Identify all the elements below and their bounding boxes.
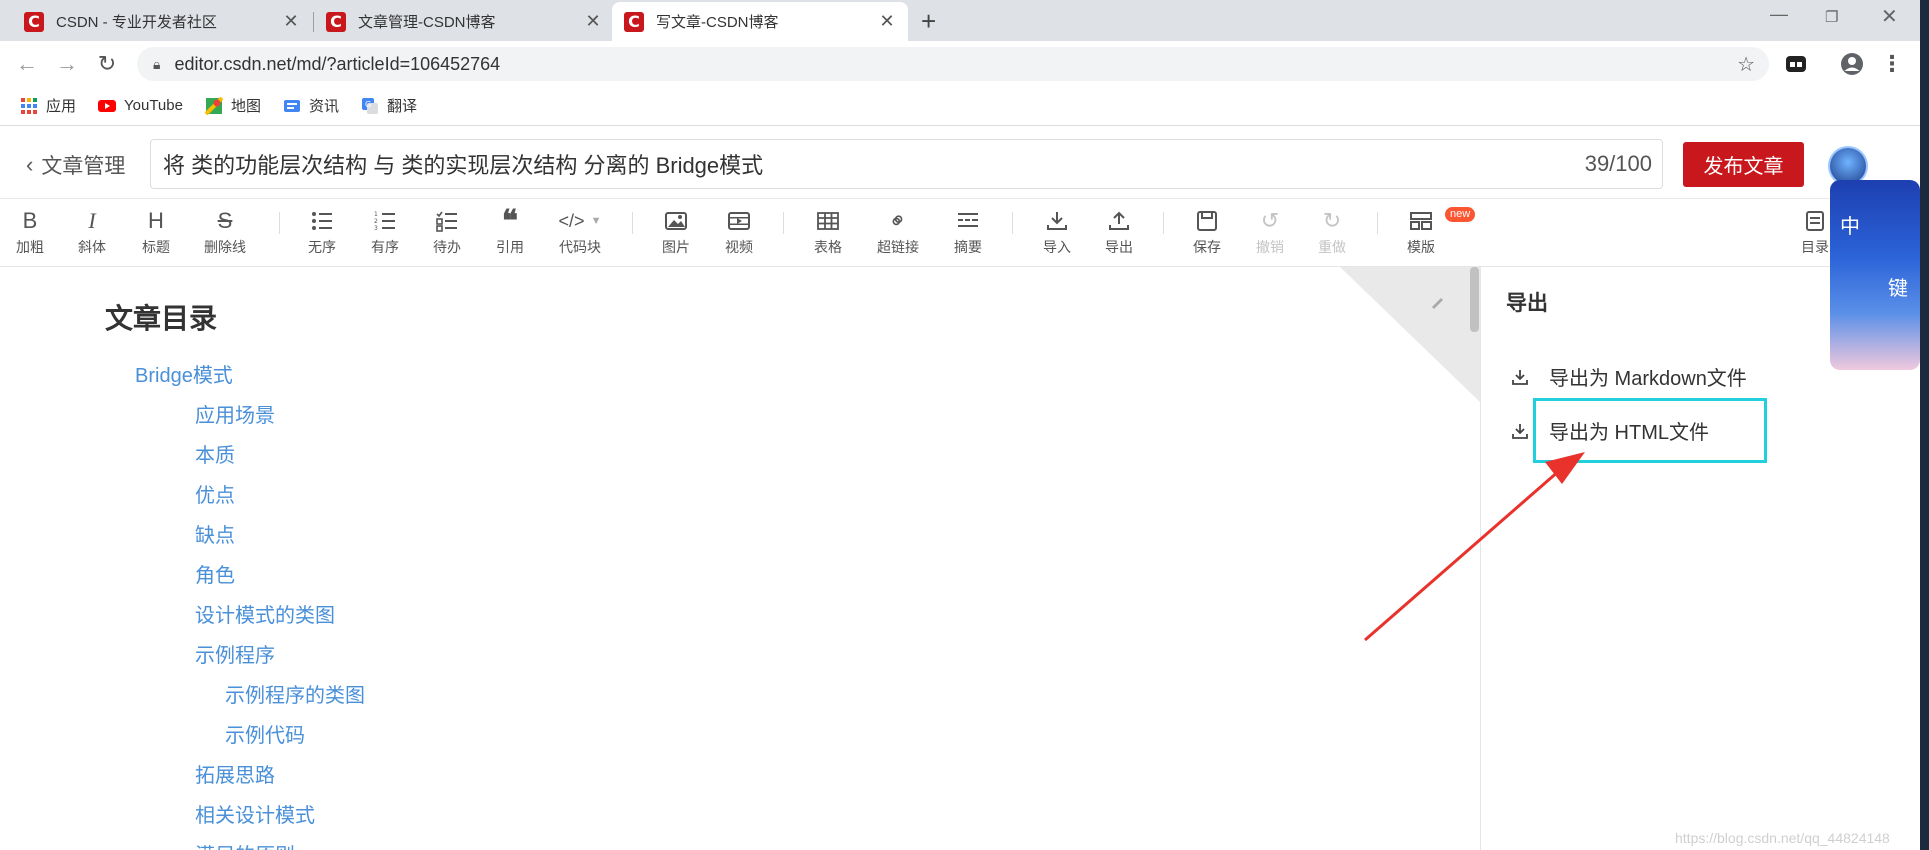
watermark: https://blog.csdn.net/qq_44824148 xyxy=(1675,830,1890,846)
floating-sticker-image[interactable]: 中 键 xyxy=(1830,180,1920,370)
window-edge xyxy=(1920,0,1929,850)
sticker-char: 中 xyxy=(1840,216,1860,238)
annotation-arrow xyxy=(1364,452,1585,642)
sticker-char: 键 xyxy=(1888,278,1908,300)
